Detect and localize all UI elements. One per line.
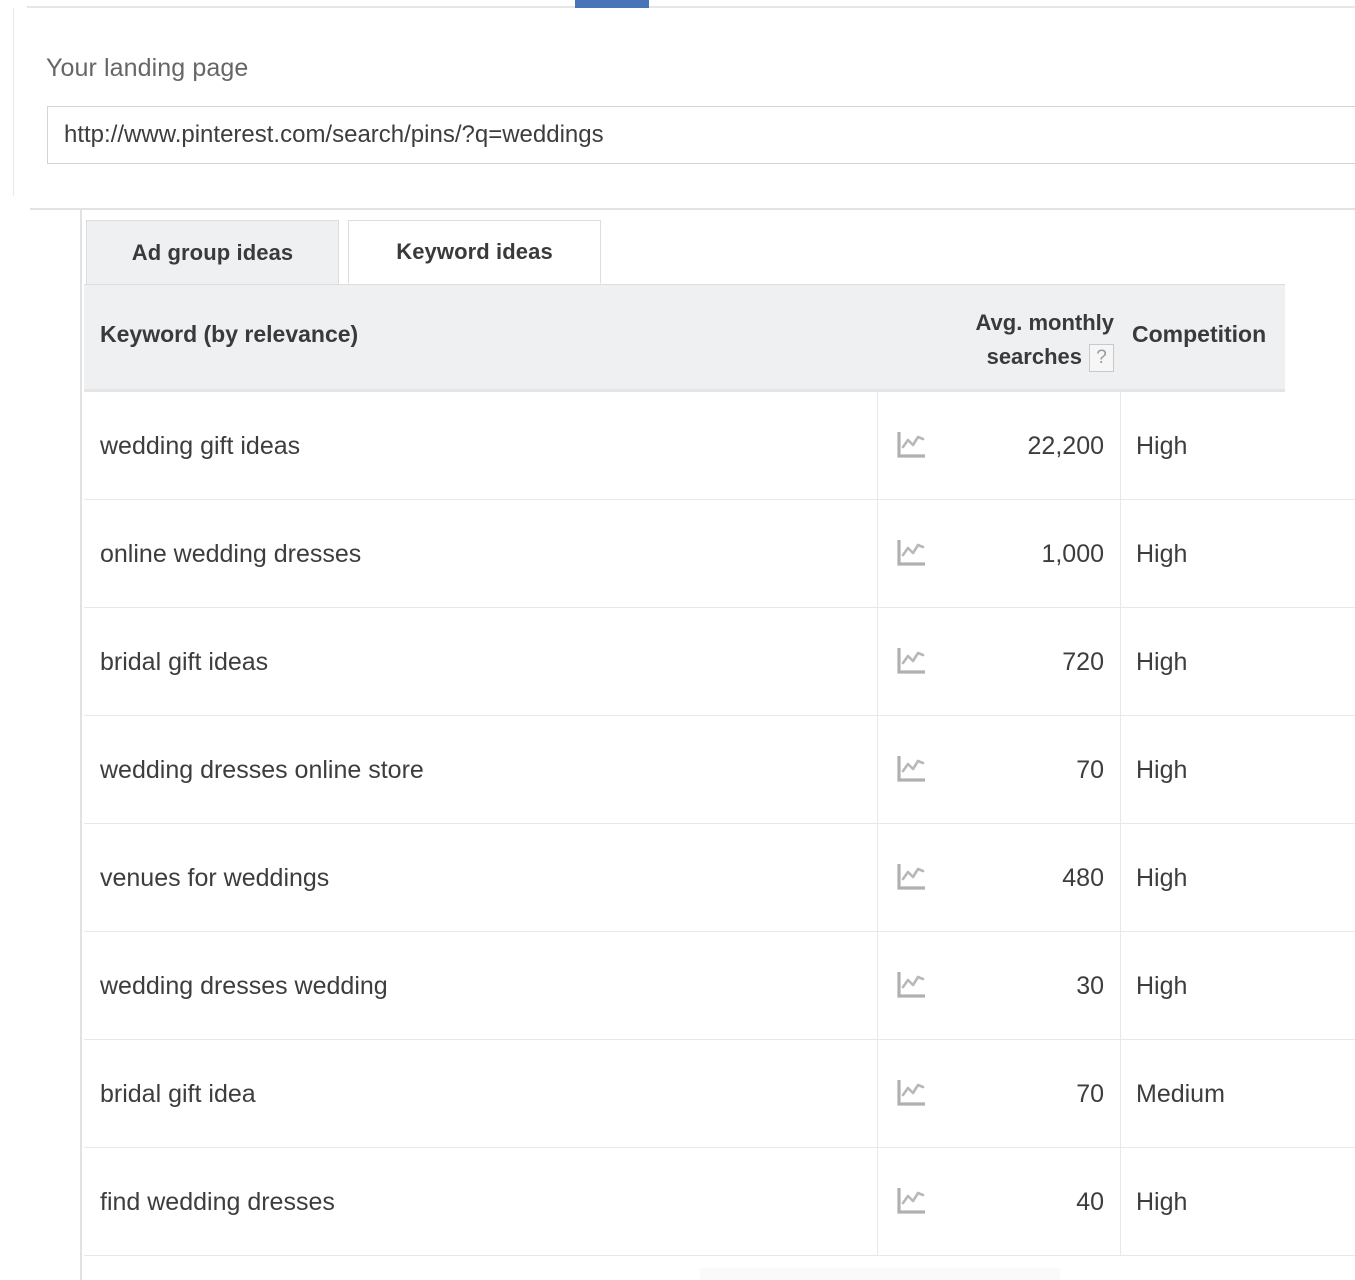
column-header-avg-monthly-searches[interactable]: Avg. monthly searches? — [884, 306, 1114, 374]
line-chart-icon[interactable] — [896, 754, 928, 784]
column-header-searches-line2: searches — [986, 344, 1082, 369]
cell-competition: High — [1136, 864, 1188, 892]
tab-keyword-ideas[interactable]: Keyword ideas — [348, 220, 601, 284]
cell-keyword[interactable]: find wedding dresses — [100, 1148, 335, 1256]
line-chart-icon[interactable] — [896, 862, 928, 892]
cell-avg-monthly-searches: 480 — [1062, 864, 1104, 892]
cell-keyword[interactable]: wedding gift ideas — [100, 392, 300, 500]
header-right-edge-fill — [1285, 284, 1355, 392]
tab-keyword-ideas-label: Keyword ideas — [396, 239, 553, 264]
cell-keyword[interactable]: bridal gift idea — [100, 1040, 256, 1148]
cell-keyword[interactable]: wedding dresses wedding — [100, 932, 388, 1040]
cell-keyword[interactable]: bridal gift ideas — [100, 608, 268, 716]
column-separator — [877, 716, 878, 824]
column-header-keyword[interactable]: Keyword (by relevance) — [100, 321, 358, 348]
cell-keyword[interactable]: venues for weddings — [100, 824, 329, 932]
column-separator — [1120, 1040, 1121, 1148]
cell-competition: High — [1136, 432, 1188, 460]
column-header-searches-line2-wrap: searches? — [884, 340, 1114, 374]
ideas-tabstrip: Ad group ideas Keyword ideas — [82, 212, 1355, 284]
column-separator — [877, 932, 878, 1040]
cell-competition: Medium — [1136, 1080, 1225, 1108]
cell-avg-monthly-searches: 70 — [1076, 756, 1104, 784]
table-row[interactable]: wedding gift ideas 22,200 High — [84, 392, 1355, 500]
column-header-competition[interactable]: Competition — [1132, 321, 1266, 348]
landing-page-label: Your landing page — [46, 54, 249, 82]
landing-page-panel: Your landing page — [13, 8, 1355, 196]
column-separator — [1120, 824, 1121, 932]
keyword-planner-screen: Your landing page Ad group ideas Keyword… — [0, 0, 1355, 1280]
column-separator — [1120, 392, 1121, 500]
column-separator — [1120, 932, 1121, 1040]
help-question-icon[interactable]: ? — [1089, 344, 1114, 372]
column-separator — [1120, 1148, 1121, 1256]
line-chart-icon[interactable] — [896, 970, 928, 1000]
table-row[interactable]: bridal gift idea 70 Medium — [84, 1040, 1355, 1148]
table-row[interactable]: wedding dresses wedding 30 High — [84, 932, 1355, 1040]
column-separator — [877, 392, 878, 500]
line-chart-icon[interactable] — [896, 1186, 928, 1216]
panel-divider — [30, 208, 1355, 210]
line-chart-icon[interactable] — [896, 646, 928, 676]
landing-page-input[interactable] — [47, 106, 1355, 164]
cell-competition: High — [1136, 1188, 1188, 1216]
keyword-ideas-table: Keyword (by relevance) Avg. monthly sear… — [84, 284, 1355, 1256]
line-chart-icon[interactable] — [896, 1078, 928, 1108]
table-header-row: Keyword (by relevance) Avg. monthly sear… — [84, 284, 1285, 392]
cell-avg-monthly-searches: 70 — [1076, 1080, 1104, 1108]
line-chart-icon[interactable] — [896, 538, 928, 568]
column-separator — [1120, 608, 1121, 716]
line-chart-icon[interactable] — [896, 430, 928, 460]
column-separator — [877, 1040, 878, 1148]
column-separator — [877, 608, 878, 716]
cell-keyword[interactable]: online wedding dresses — [100, 500, 361, 608]
bottom-scroll-band — [700, 1268, 1060, 1280]
column-separator — [1120, 716, 1121, 824]
tab-ad-group-ideas[interactable]: Ad group ideas — [86, 220, 339, 284]
cell-avg-monthly-searches: 30 — [1076, 972, 1104, 1000]
cell-competition: High — [1136, 540, 1188, 568]
table-row[interactable]: bridal gift ideas 720 High — [84, 608, 1355, 716]
cell-competition: High — [1136, 648, 1188, 676]
cell-avg-monthly-searches: 40 — [1076, 1188, 1104, 1216]
table-row[interactable]: find wedding dresses 40 High — [84, 1148, 1355, 1256]
cell-avg-monthly-searches: 22,200 — [1027, 432, 1104, 460]
table-body: wedding gift ideas 22,200 High online we… — [84, 392, 1355, 1256]
column-separator — [877, 1148, 878, 1256]
cell-avg-monthly-searches: 1,000 — [1041, 540, 1104, 568]
column-separator — [1120, 500, 1121, 608]
cell-competition: High — [1136, 972, 1188, 1000]
table-gutter-column — [30, 210, 82, 1280]
table-row[interactable]: wedding dresses online store 70 High — [84, 716, 1355, 824]
column-separator — [877, 500, 878, 608]
column-separator — [877, 824, 878, 932]
table-row[interactable]: venues for weddings 480 High — [84, 824, 1355, 932]
cell-competition: High — [1136, 756, 1188, 784]
cell-avg-monthly-searches: 720 — [1062, 648, 1104, 676]
tab-ad-group-ideas-label: Ad group ideas — [131, 239, 294, 265]
cell-keyword[interactable]: wedding dresses online store — [100, 716, 424, 824]
table-row[interactable]: online wedding dresses 1,000 High — [84, 500, 1355, 608]
column-header-searches-line1: Avg. monthly — [975, 310, 1114, 335]
